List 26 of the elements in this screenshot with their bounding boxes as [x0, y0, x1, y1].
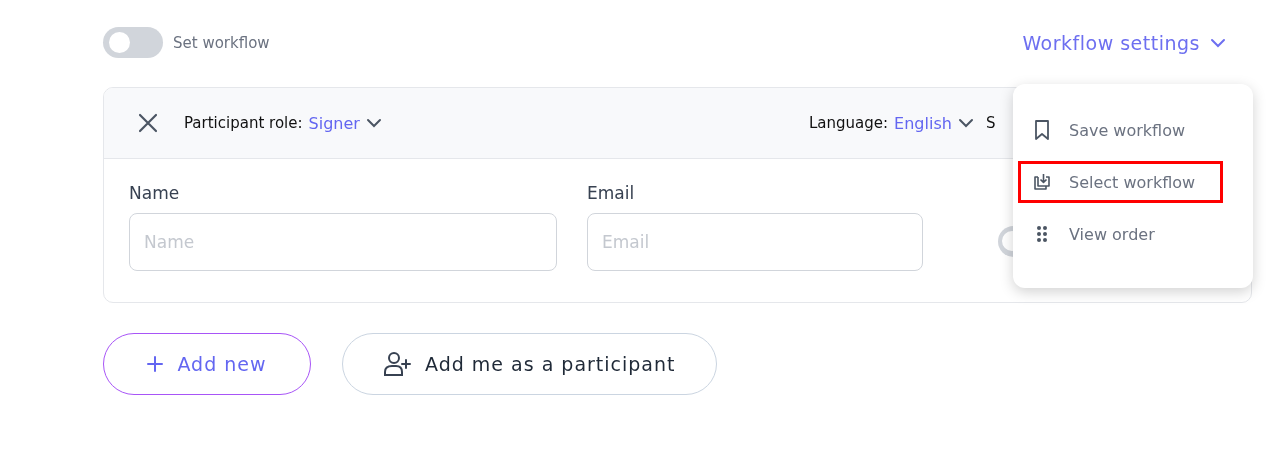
header-label: S [985, 114, 996, 132]
chevron-down-icon [957, 118, 974, 128]
role-dropdown[interactable]: Signer [308, 113, 360, 133]
close-icon[interactable] [137, 112, 159, 134]
field-label: Name [129, 183, 181, 203]
add-participant-button[interactable]: Add me as a participant [342, 333, 717, 395]
toggle-switch[interactable] [103, 27, 163, 58]
add-person-icon [383, 351, 411, 377]
drag-dots-icon [1036, 225, 1048, 243]
role-label: Participant role: [184, 114, 303, 132]
workflow-settings-dropdown[interactable]: Workflow settings [1022, 31, 1226, 54]
input-field[interactable]: Name [129, 213, 557, 271]
language-dropdown[interactable]: English [894, 113, 952, 133]
language-label: Language: [809, 114, 889, 132]
bookmark-icon [1034, 120, 1050, 140]
add-new-button[interactable]: Add new [103, 333, 311, 395]
plus-icon [147, 356, 164, 372]
chevron-down-icon [365, 118, 382, 128]
import-icon [1032, 173, 1052, 191]
toggle-label: Set workflow [173, 33, 270, 52]
menu-item[interactable]: Select workflow [1018, 161, 1223, 203]
chevron-down-icon [1210, 37, 1226, 48]
input-field[interactable]: Email [587, 213, 923, 271]
menu-item[interactable]: View order [1018, 213, 1223, 255]
menu-item[interactable]: Save workflow [1018, 109, 1223, 151]
field-label: Email [587, 183, 636, 203]
